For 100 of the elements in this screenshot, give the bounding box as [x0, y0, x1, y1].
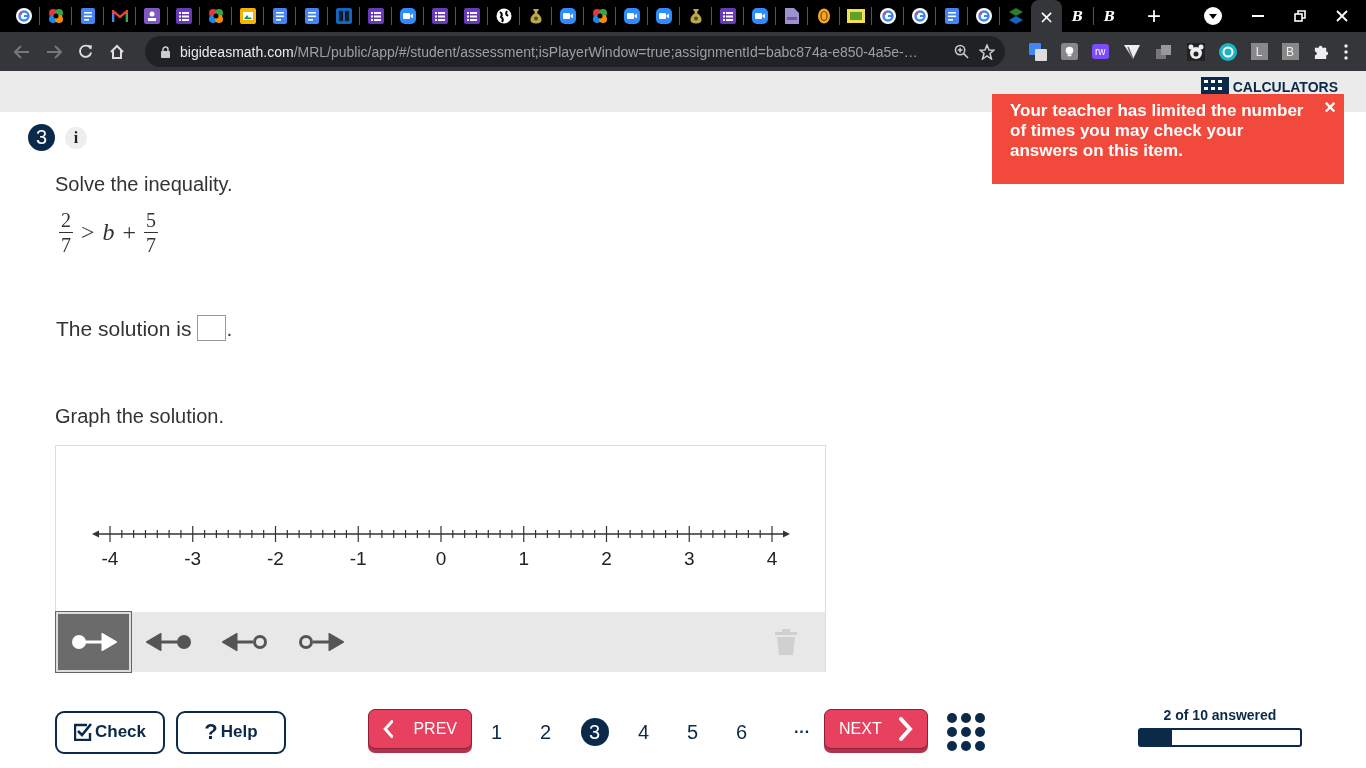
page-number[interactable]: 1 — [482, 718, 511, 746]
ring-icon[interactable] — [1218, 42, 1237, 61]
closed-ray-right-icon — [70, 633, 117, 651]
document-icon — [272, 8, 287, 24]
operator-symbol: + — [121, 219, 138, 246]
zoom-icon[interactable] — [954, 44, 969, 59]
question-number: 3 — [28, 124, 55, 151]
check-button[interactable]: Check — [55, 710, 165, 754]
extension-button[interactable]: rw — [1092, 44, 1109, 59]
copy-icon[interactable] — [1154, 43, 1173, 60]
chevron-right-icon — [899, 717, 913, 741]
closed-ray-left-icon — [146, 633, 192, 651]
home-icon[interactable] — [109, 43, 125, 60]
open-ray-left-icon — [222, 633, 268, 651]
relation-symbol: > — [80, 219, 96, 246]
menu-icon[interactable] — [1343, 43, 1348, 60]
close-button[interactable]: × — [1320, 96, 1340, 119]
mail-logo — [111, 10, 128, 22]
video-camera-icon — [751, 8, 768, 24]
open-ray-right-icon — [298, 633, 344, 651]
tick-label: 1 — [518, 548, 530, 569]
page-number[interactable]: 6 — [727, 718, 756, 746]
tab-search-icon[interactable] — [1204, 7, 1222, 25]
video-camera-icon — [655, 8, 672, 24]
address-bar[interactable]: bigideasmath.com/MRL/public/app/#/student/assessment;isPlayerWindow=true;assignmentId=babc874a-e850-4a5e-… — [145, 36, 1005, 67]
translate-icon[interactable] — [1029, 42, 1047, 61]
puzzle-icon[interactable] — [1312, 43, 1330, 60]
bookmark-star-icon[interactable] — [979, 43, 995, 60]
browser-tab[interactable]: B — [1062, 0, 1093, 32]
denominator: 7 — [61, 233, 71, 255]
close-icon[interactable] — [1336, 10, 1348, 22]
browser-tab[interactable]: B — [1094, 0, 1125, 32]
page-number[interactable]: 3 — [580, 718, 609, 746]
list-icon — [175, 8, 192, 24]
list-icon — [431, 8, 448, 24]
graph-tool-button[interactable] — [56, 612, 131, 672]
info-button[interactable]: i — [65, 126, 87, 149]
g-logo — [911, 8, 928, 24]
numerator: 5 — [144, 210, 159, 233]
progress-label: 2 of 10 answered — [1163, 707, 1277, 723]
layers-icon — [1008, 8, 1023, 24]
logo — [846, 9, 865, 23]
lightbulb-icon[interactable] — [1061, 43, 1078, 60]
notice-text: Your teacher has limited the number of times you may check your answers on this item. — [1010, 101, 1305, 161]
restore-icon[interactable] — [1294, 10, 1306, 22]
browser-tab[interactable]: × — [1031, 0, 1062, 32]
help-button[interactable]: ?Help — [176, 710, 286, 754]
grid-icon[interactable] — [946, 712, 986, 752]
more-pages-button[interactable]: ··· — [794, 723, 810, 741]
tick-label: 3 — [683, 548, 695, 569]
graph-prompt: Graph the solution. — [55, 405, 225, 428]
denominator: 7 — [146, 233, 157, 255]
oval-logo — [816, 8, 831, 24]
columns-icon — [335, 8, 352, 24]
money-bag-icon — [528, 8, 543, 24]
g-logo — [15, 8, 32, 24]
video-camera-icon — [623, 8, 640, 24]
answer-box[interactable] — [197, 315, 227, 341]
image-icon — [239, 8, 256, 24]
money-bag-icon — [688, 8, 703, 24]
globe-icon — [495, 8, 512, 24]
tick-label: 4 — [766, 548, 778, 569]
check-icon — [74, 723, 92, 741]
tick-label: -4 — [101, 548, 119, 569]
pinwheel-icon — [207, 8, 224, 24]
new-tab-button[interactable]: + — [1137, 4, 1171, 28]
tick-label: -2 — [267, 548, 284, 569]
tick-label: 0 — [435, 548, 447, 569]
document-icon — [80, 8, 95, 24]
list-icon — [719, 8, 736, 24]
pinwheel-icon — [591, 8, 608, 24]
back-icon[interactable] — [14, 44, 30, 59]
period: . — [226, 317, 233, 341]
video-camera-icon — [399, 8, 416, 24]
bear-icon[interactable] — [1186, 42, 1205, 61]
chevron-left-icon — [383, 717, 394, 741]
list-icon — [367, 8, 384, 24]
g-logo — [879, 8, 896, 24]
reload-icon[interactable] — [78, 44, 93, 59]
url-text: bigideasmath.com/MRL/public/app/#/student/assessment;isPlayerWindow=true;assignmentId=babc874a-e850-4a5e-… — [180, 43, 919, 60]
page-number[interactable]: 4 — [629, 718, 658, 746]
person-icon — [143, 8, 160, 24]
solution-label: The solution is — [56, 317, 192, 341]
forward-icon[interactable] — [46, 44, 62, 59]
page-number[interactable]: 2 — [531, 718, 560, 746]
g-logo — [975, 8, 992, 24]
list-icon — [463, 8, 480, 24]
file-icon — [784, 8, 799, 24]
video-camera-icon — [559, 8, 576, 24]
calculator-icon — [1200, 77, 1229, 95]
tick-label: -3 — [184, 548, 202, 569]
flag-icon[interactable] — [1122, 43, 1141, 60]
variable: b — [102, 219, 115, 246]
page-number[interactable]: 5 — [678, 718, 707, 746]
pinwheel-icon — [47, 8, 64, 24]
tick-label: -1 — [349, 548, 367, 569]
document-icon — [944, 8, 959, 24]
tick-label: 2 — [601, 548, 612, 569]
numerator: 2 — [59, 210, 73, 233]
question-prompt: Solve the inequality. — [55, 173, 234, 196]
